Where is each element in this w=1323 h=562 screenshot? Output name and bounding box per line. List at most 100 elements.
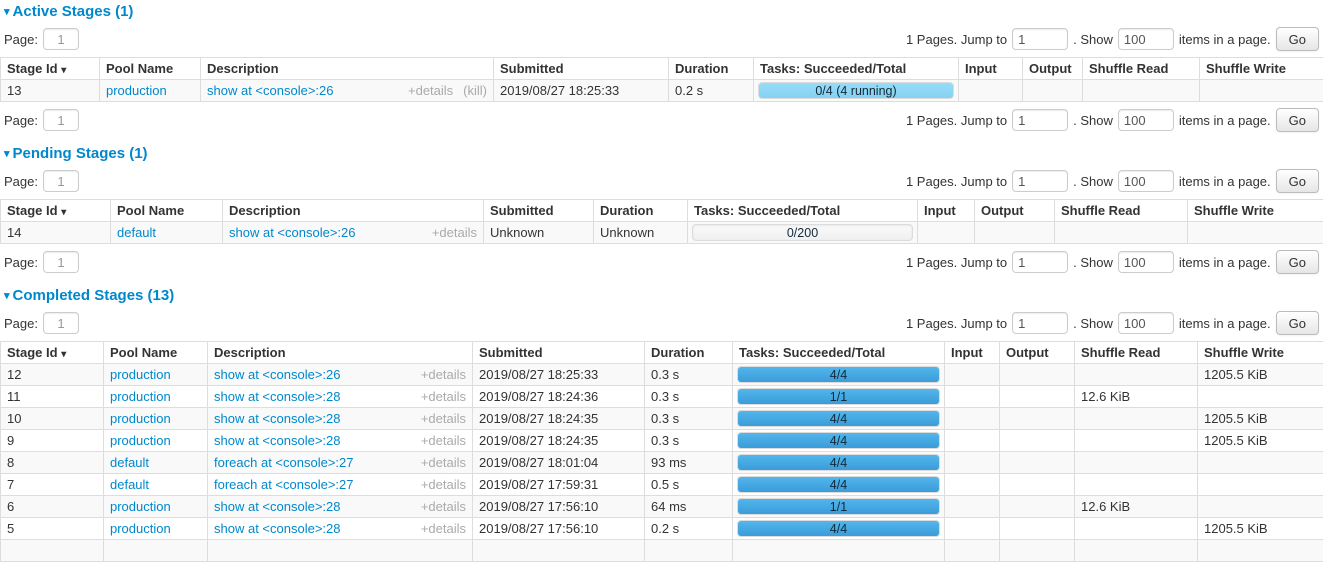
- jump-to-input[interactable]: [1012, 170, 1068, 192]
- col-tasks[interactable]: Tasks: Succeeded/Total: [754, 58, 959, 80]
- col-duration[interactable]: Duration: [645, 342, 733, 364]
- col-description[interactable]: Description: [201, 58, 494, 80]
- description-link[interactable]: show at <console>:26: [207, 83, 333, 98]
- page-number-input[interactable]: [43, 28, 79, 50]
- kill-link[interactable]: (kill): [463, 83, 487, 98]
- active-stages-title[interactable]: ▾Active Stages (1): [4, 3, 1319, 21]
- duration-cell: 0.3 s: [645, 430, 733, 452]
- details-link[interactable]: +details: [408, 83, 453, 98]
- col-tasks[interactable]: Tasks: Succeeded/Total: [733, 342, 945, 364]
- col-stage-id[interactable]: Stage Id ▾: [1, 342, 104, 364]
- stage-id-cell: 13: [1, 80, 100, 102]
- col-shuffle-read[interactable]: Shuffle Read: [1055, 200, 1188, 222]
- details-link[interactable]: +details: [421, 455, 466, 470]
- completed-stages-title[interactable]: ▾Completed Stages (13): [4, 287, 1319, 305]
- details-link[interactable]: +details: [421, 477, 466, 492]
- details-link[interactable]: +details: [421, 499, 466, 514]
- col-duration[interactable]: Duration: [594, 200, 688, 222]
- col-tasks[interactable]: Tasks: Succeeded/Total: [688, 200, 918, 222]
- shuffle-write-cell: [1188, 222, 1323, 244]
- go-button[interactable]: Go: [1276, 250, 1319, 274]
- col-pool-name[interactable]: Pool Name: [111, 200, 223, 222]
- description-link[interactable]: show at <console>:28: [214, 389, 340, 404]
- go-button[interactable]: Go: [1276, 108, 1319, 132]
- pool-link[interactable]: default: [117, 225, 156, 240]
- col-shuffle-read[interactable]: Shuffle Read: [1075, 342, 1198, 364]
- page-number-input[interactable]: [43, 170, 79, 192]
- col-pool-name[interactable]: Pool Name: [100, 58, 201, 80]
- pool-link[interactable]: production: [110, 499, 171, 514]
- col-shuffle-write[interactable]: Shuffle Write: [1200, 58, 1323, 80]
- jump-to-input[interactable]: [1012, 251, 1068, 273]
- page-number-input[interactable]: [43, 251, 79, 273]
- details-link[interactable]: +details: [432, 225, 477, 240]
- table-row: 13 production +details (kill) show at <co…: [1, 80, 1323, 102]
- show-items-input[interactable]: [1118, 251, 1174, 273]
- page-number-input[interactable]: [43, 312, 79, 334]
- shuffle-read-cell: [1075, 518, 1198, 540]
- description-link[interactable]: foreach at <console>:27: [214, 477, 354, 492]
- description-link[interactable]: show at <console>:28: [214, 433, 340, 448]
- col-stage-id[interactable]: Stage Id ▾: [1, 58, 100, 80]
- col-input[interactable]: Input: [918, 200, 975, 222]
- description-link[interactable]: show at <console>:26: [214, 367, 340, 382]
- go-button[interactable]: Go: [1276, 311, 1319, 335]
- output-cell: [1000, 474, 1075, 496]
- description-link[interactable]: foreach at <console>:27: [214, 455, 354, 470]
- page-number-input[interactable]: [43, 109, 79, 131]
- show-items-input[interactable]: [1118, 28, 1174, 50]
- pool-link[interactable]: production: [106, 83, 167, 98]
- col-shuffle-write[interactable]: Shuffle Write: [1188, 200, 1323, 222]
- duration-cell: 0.3 s: [645, 408, 733, 430]
- jump-to-input[interactable]: [1012, 109, 1068, 131]
- col-submitted[interactable]: Submitted: [473, 342, 645, 364]
- show-items-input[interactable]: [1118, 312, 1174, 334]
- pool-link[interactable]: production: [110, 389, 171, 404]
- tasks-progress-bar: 4/4: [737, 366, 940, 383]
- pool-link[interactable]: production: [110, 521, 171, 536]
- output-cell: [1000, 364, 1075, 386]
- col-input[interactable]: Input: [945, 342, 1000, 364]
- pending-stages-title[interactable]: ▾Pending Stages (1): [4, 145, 1319, 163]
- output-cell: [1000, 430, 1075, 452]
- col-stage-id[interactable]: Stage Id ▾: [1, 200, 111, 222]
- pool-link[interactable]: default: [110, 455, 149, 470]
- col-shuffle-write[interactable]: Shuffle Write: [1198, 342, 1323, 364]
- details-link[interactable]: +details: [421, 521, 466, 536]
- show-items-input[interactable]: [1118, 170, 1174, 192]
- pool-link[interactable]: production: [110, 433, 171, 448]
- shuffle-read-cell: [1075, 474, 1198, 496]
- details-link[interactable]: +details: [421, 433, 466, 448]
- table-row: 5 production +detailsshow at <console>:2…: [1, 518, 1323, 540]
- col-pool-name[interactable]: Pool Name: [104, 342, 208, 364]
- col-input[interactable]: Input: [959, 58, 1023, 80]
- description-link[interactable]: show at <console>:26: [229, 225, 355, 240]
- tasks-progress-bar: 4/4: [737, 520, 940, 537]
- col-output[interactable]: Output: [1023, 58, 1083, 80]
- go-button[interactable]: Go: [1276, 27, 1319, 51]
- description-link[interactable]: show at <console>:28: [214, 499, 340, 514]
- col-description[interactable]: Description: [208, 342, 473, 364]
- details-link[interactable]: +details: [421, 411, 466, 426]
- pool-link[interactable]: production: [110, 411, 171, 426]
- pool-link[interactable]: default: [110, 477, 149, 492]
- input-cell: [945, 496, 1000, 518]
- details-link[interactable]: +details: [421, 389, 466, 404]
- completed-stages-table: Stage Id ▾ Pool Name Description Submitt…: [0, 341, 1323, 562]
- col-duration[interactable]: Duration: [669, 58, 754, 80]
- col-output[interactable]: Output: [975, 200, 1055, 222]
- col-submitted[interactable]: Submitted: [494, 58, 669, 80]
- go-button[interactable]: Go: [1276, 169, 1319, 193]
- show-items-input[interactable]: [1118, 109, 1174, 131]
- jump-to-input[interactable]: [1012, 312, 1068, 334]
- description-link[interactable]: show at <console>:28: [214, 521, 340, 536]
- col-output[interactable]: Output: [1000, 342, 1075, 364]
- col-description[interactable]: Description: [223, 200, 484, 222]
- col-submitted[interactable]: Submitted: [484, 200, 594, 222]
- col-shuffle-read[interactable]: Shuffle Read: [1083, 58, 1200, 80]
- tasks-progress-bar: 4/4: [737, 432, 940, 449]
- description-link[interactable]: show at <console>:28: [214, 411, 340, 426]
- details-link[interactable]: +details: [421, 367, 466, 382]
- jump-to-input[interactable]: [1012, 28, 1068, 50]
- pool-link[interactable]: production: [110, 367, 171, 382]
